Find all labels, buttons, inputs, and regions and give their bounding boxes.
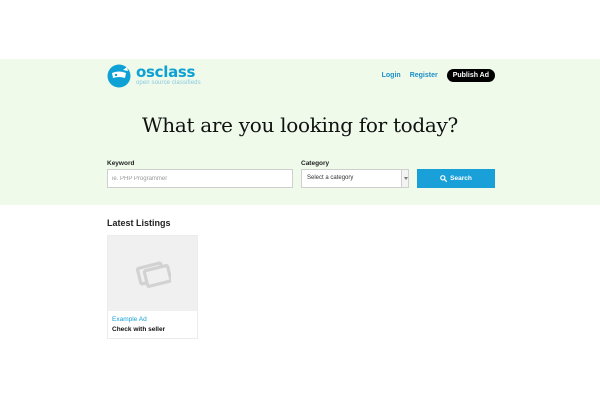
search-button-label: Search — [450, 175, 472, 182]
category-label: Category — [301, 160, 330, 167]
keyword-input[interactable] — [107, 169, 293, 188]
brand-name: osclass — [136, 63, 196, 81]
site-logo[interactable]: osclass open source classifieds — [107, 64, 201, 88]
hero-headline: What are you looking for today? — [142, 113, 458, 137]
brand-tagline: open source classifieds — [136, 80, 201, 86]
publish-ad-button[interactable]: Publish Ad — [446, 69, 495, 82]
site-header: osclass open source classifieds Login Re… — [107, 63, 495, 89]
keyword-label: Keyword — [107, 160, 135, 167]
login-link[interactable]: Login — [382, 72, 401, 79]
listing-category-link[interactable]: Example Ad — [112, 316, 147, 323]
listing-price: Check with seller — [112, 326, 166, 333]
latest-listings-title: Latest Listings — [107, 218, 171, 228]
dropdown-arrow-icon[interactable] — [401, 170, 408, 187]
search-button[interactable]: Search — [417, 169, 495, 188]
listing-card[interactable]: Example Ad Check with seller — [107, 235, 198, 339]
search-icon — [440, 175, 448, 183]
image-placeholder-icon — [135, 261, 171, 288]
top-nav: Login Register Publish Ad — [382, 69, 495, 82]
register-link[interactable]: Register — [410, 72, 438, 79]
category-select[interactable]: Select a category — [301, 169, 409, 188]
osclass-logo-icon — [107, 64, 131, 88]
listing-image-placeholder[interactable] — [108, 236, 197, 311]
category-select-value: Select a category — [307, 175, 354, 181]
